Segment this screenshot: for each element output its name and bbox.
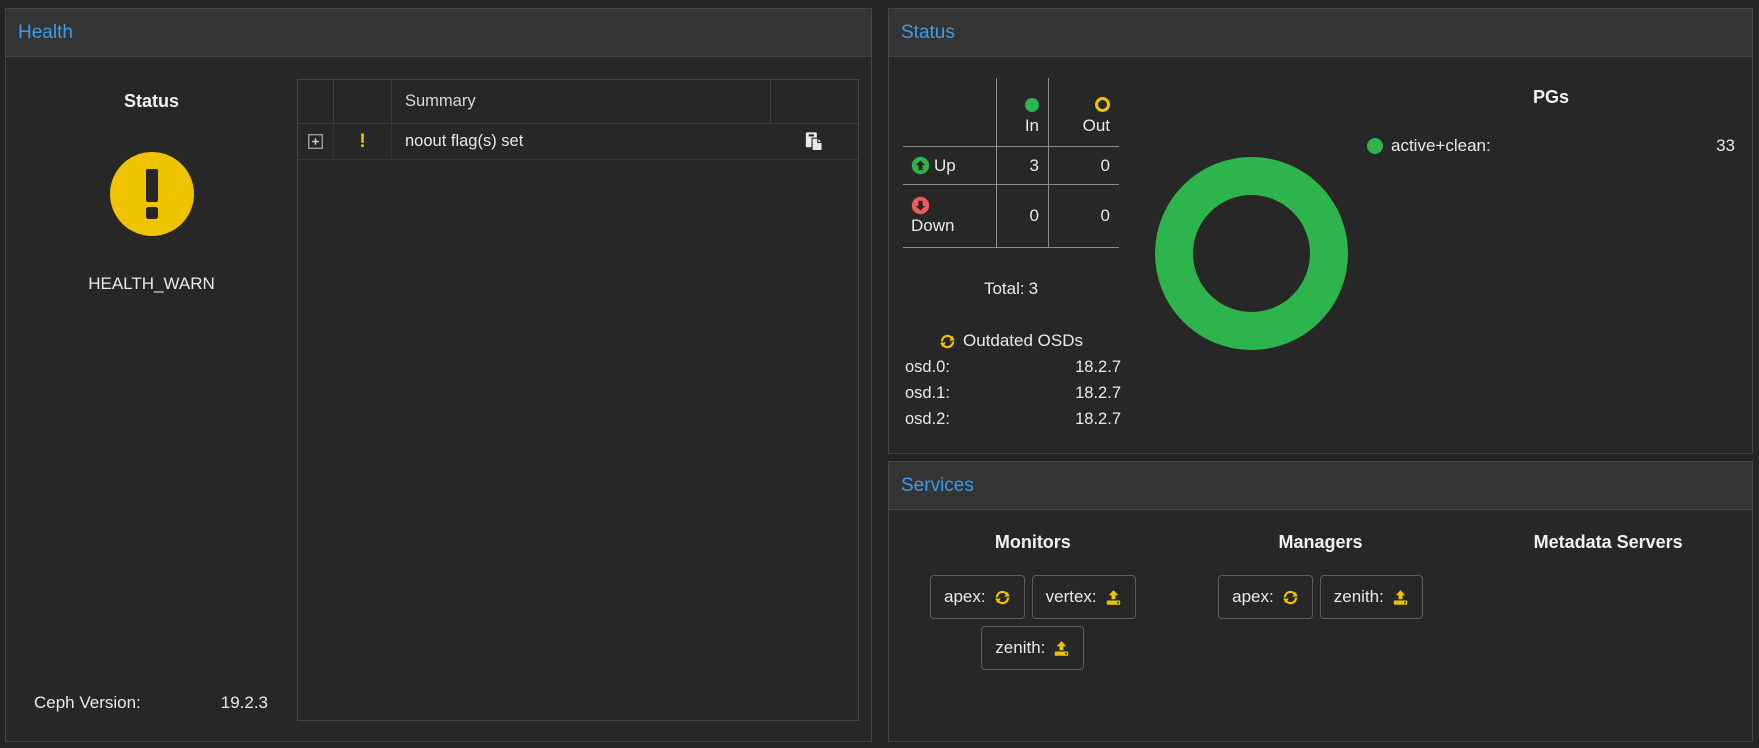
active-clean-dot-icon [1367,138,1383,154]
status-panel-header: Status [889,9,1752,57]
service-badge-monitor-zenith[interactable]: zenith: [981,626,1084,670]
arrow-down-circle-icon [911,196,930,215]
pgs-legend-value: 33 [1716,136,1735,156]
osd-in-out-table: In Out Up 3 0 [903,78,1127,248]
health-status-column: Status HEALTH_WARN Ceph Version: 19.2.3 [6,57,297,741]
upload-icon [1392,589,1409,606]
warning-exclamation-icon: ! [359,132,365,151]
monitors-heading: Monitors [889,532,1177,553]
in-dot-icon [1025,98,1039,112]
down-row-label: Down [903,184,997,248]
services-panel-header: Services [889,462,1752,510]
health-panel-header: Health [6,9,871,57]
refresh-icon [994,589,1011,606]
grid-header-expand-col [298,80,334,123]
outdated-osds-heading: Outdated OSDs [895,331,1127,351]
out-column-header: Out [1049,78,1119,146]
metadata-servers-column: Metadata Servers [1464,510,1752,741]
pgs-legend-block: PGs active+clean: 33 [1367,79,1735,156]
managers-column: Managers apex: zenith: [1177,510,1465,741]
osd-down-out-value: 0 [1049,184,1119,248]
copy-button[interactable] [800,128,827,155]
copy-icon [802,130,825,153]
grid-header-summary: Summary [392,80,771,123]
refresh-icon [1282,589,1299,606]
exclamation-bar [146,169,158,202]
ceph-dashboard: Health Status HEALTH_WARN Ceph Version: … [0,0,1759,748]
health-warning-icon [110,152,194,236]
in-column-header: In [997,78,1049,146]
service-badge-manager-zenith[interactable]: zenith: [1320,575,1423,619]
metadata-servers-heading: Metadata Servers [1464,532,1752,553]
grid-header-action-col [771,80,856,123]
outdated-osd-row: osd.2: 18.2.7 [895,410,1127,429]
managers-heading: Managers [1177,532,1465,553]
arrow-up-circle-icon [911,156,930,175]
status-panel-title: Status [901,22,955,44]
ceph-version-label: Ceph Version: [34,693,141,713]
grid-header-severity-col [334,80,392,123]
upload-icon [1053,640,1070,657]
status-panel: Status In Out [888,8,1753,454]
pgs-donut-chart [1155,157,1348,350]
pgs-legend-row: active+clean: 33 [1367,136,1735,156]
health-summary-grid: Summary ! noout flag(s) set [297,79,859,721]
up-row-label: Up [903,146,997,184]
health-panel: Health Status HEALTH_WARN Ceph Version: … [5,8,872,742]
service-badge-monitor-vertex[interactable]: vertex: [1032,575,1136,619]
grid-row-summary-text: noout flag(s) set [392,124,771,159]
exclamation-dot [146,207,158,219]
health-status-heading: Status [6,91,297,112]
pgs-legend-label: active+clean: [1391,136,1491,156]
ceph-version-value: 19.2.3 [221,693,268,713]
health-panel-title: Health [18,22,73,44]
refresh-icon [939,333,956,350]
health-state-text: HEALTH_WARN [6,274,297,294]
outdated-osd-row: osd.1: 18.2.7 [895,384,1127,403]
service-badge-monitor-apex[interactable]: apex: [930,575,1025,619]
osd-down-in-value: 0 [997,184,1049,248]
osd-status-block: In Out Up 3 0 [895,78,1127,429]
osd-up-out-value: 0 [1049,146,1119,184]
service-badge-manager-apex[interactable]: apex: [1218,575,1313,619]
monitors-column: Monitors apex: vertex: zenith: [889,510,1177,741]
grid-header-row: Summary [298,80,858,124]
pgs-heading: PGs [1367,87,1735,108]
osd-total: Total:3 [895,279,1127,299]
outdated-osd-row: osd.0: 18.2.7 [895,358,1127,377]
ceph-version-row: Ceph Version: 19.2.3 [34,693,268,713]
upload-icon [1105,589,1122,606]
services-panel-title: Services [901,475,974,497]
services-panel: Services Monitors apex: vertex: [888,461,1753,742]
grid-row-noout[interactable]: ! noout flag(s) set [298,124,858,160]
osd-up-in-value: 3 [997,146,1049,184]
out-ring-icon [1095,97,1110,112]
expand-plus-icon[interactable] [308,134,323,149]
